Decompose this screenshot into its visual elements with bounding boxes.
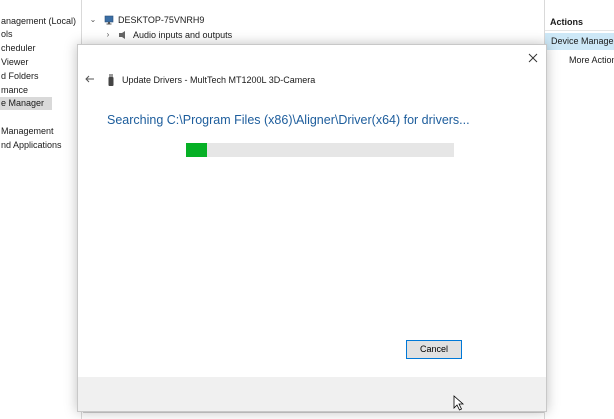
- speaker-icon: [119, 31, 125, 39]
- category-label: Audio inputs and outputs: [133, 30, 233, 40]
- search-status-text: Searching C:\Program Files (x86)\Aligner…: [107, 113, 470, 127]
- cancel-button[interactable]: Cancel: [406, 340, 462, 359]
- computer-icon: [104, 15, 114, 25]
- close-icon[interactable]: [526, 51, 540, 65]
- chevron-down-icon[interactable]: ⌄: [88, 13, 98, 27]
- tree-row-audio[interactable]: › Audio inputs and outputs: [103, 28, 303, 42]
- more-actions-link[interactable]: More Actions: [569, 52, 614, 68]
- tree-pane-bottom-border: [83, 412, 544, 419]
- tree-item-device-manager[interactable]: e Manager: [0, 97, 52, 110]
- tree-item-label: d Folders: [1, 71, 39, 81]
- console-tree: anagement (Local) ols cheduler Viewer d …: [0, 0, 82, 419]
- actions-header: Actions: [545, 14, 614, 31]
- tree-item-event-viewer[interactable]: Viewer: [0, 56, 28, 69]
- dialog-title: Update Drivers - MultTech MT1200L 3D-Cam…: [122, 75, 316, 85]
- tree-item-label: e Manager: [1, 98, 45, 108]
- tree-item-task-scheduler[interactable]: cheduler: [0, 42, 36, 55]
- tree-item-label: ols: [1, 29, 13, 39]
- tree-item-services-and-applications[interactable]: nd Applications: [0, 139, 62, 152]
- update-drivers-dialog: Update Drivers - MultTech MT1200L 3D-Cam…: [77, 44, 547, 412]
- tree-item-performance[interactable]: mance: [0, 84, 28, 97]
- tree-item-label: Management: [1, 126, 54, 136]
- chevron-right-icon[interactable]: ›: [103, 28, 113, 42]
- tree-item-label: Viewer: [1, 57, 29, 67]
- mouse-pointer-icon: [453, 395, 465, 411]
- computer-name: DESKTOP-75VNRH9: [118, 15, 205, 25]
- tree-row-computer[interactable]: ⌄ DESKTOP-75VNRH9: [88, 13, 288, 27]
- progress-bar-fill: [186, 143, 208, 157]
- tree-item-shared-folders[interactable]: d Folders: [0, 70, 39, 83]
- progress-bar: [186, 143, 454, 157]
- tree-item-label: cheduler: [1, 43, 36, 53]
- tree-item-label: nd Applications: [1, 140, 62, 150]
- tree-item-computer-management[interactable]: anagement (Local): [0, 15, 76, 28]
- dialog-footer: [78, 377, 546, 411]
- tree-item-label: mance: [1, 85, 29, 95]
- tree-item-label: anagement (Local): [1, 16, 77, 26]
- back-arrow-icon[interactable]: [84, 73, 96, 85]
- actions-pane: Actions Device Manager More Actions: [544, 0, 614, 419]
- tree-item-system-tools[interactable]: ols: [0, 28, 13, 41]
- actions-device-manager[interactable]: Device Manager: [545, 33, 614, 50]
- usb-device-icon: [108, 74, 114, 86]
- tree-item-storage-management[interactable]: Management: [0, 125, 54, 138]
